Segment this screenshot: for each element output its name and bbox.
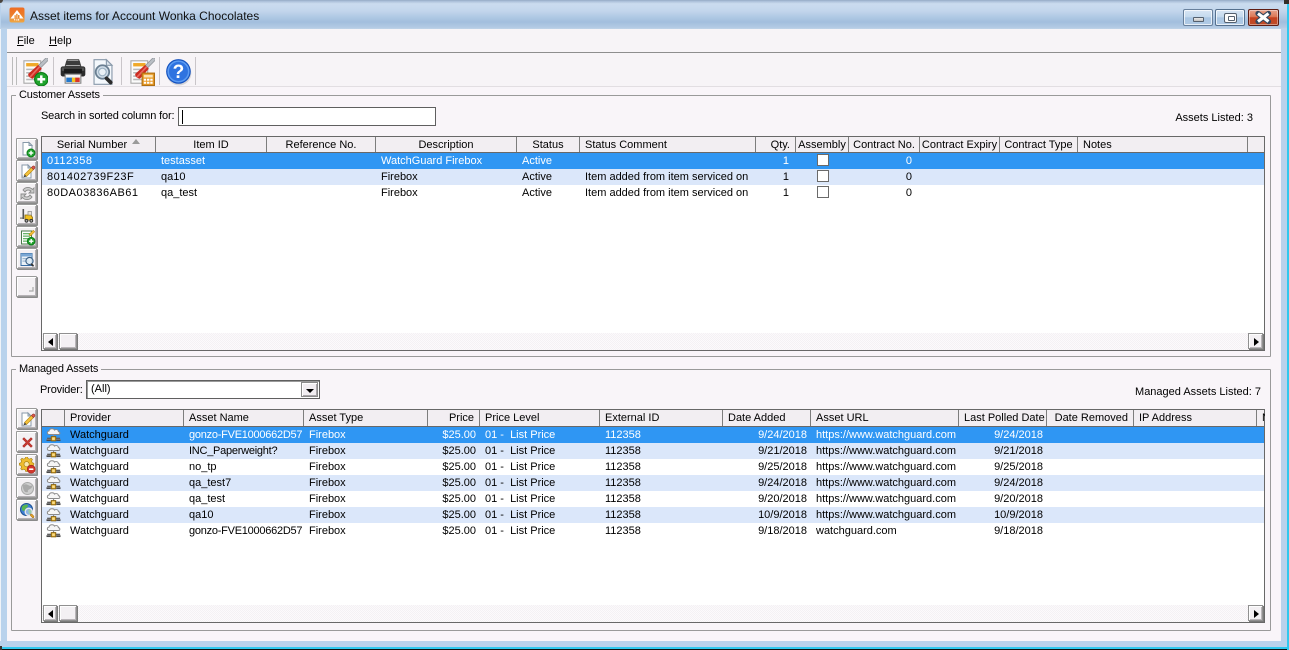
svg-text:?: ? (173, 62, 185, 83)
